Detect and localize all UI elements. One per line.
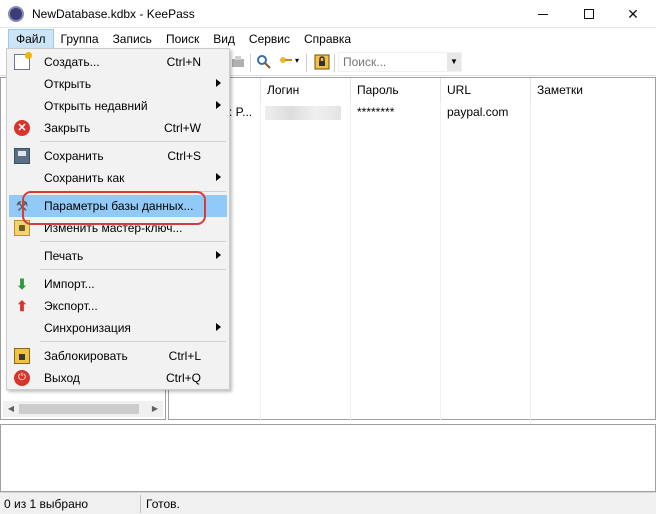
column-divider xyxy=(440,102,441,420)
menu-item-exit[interactable]: ⏻ Выход Ctrl+Q xyxy=(9,367,227,389)
menu-separator xyxy=(40,141,226,142)
menu-bar: Файл Группа Запись Поиск Вид Сервис Спра… xyxy=(0,28,656,50)
menu-item-import[interactable]: ⬇ Импорт... xyxy=(9,273,227,295)
maximize-button[interactable] xyxy=(566,0,612,28)
horizontal-scrollbar[interactable]: ◀ ▶ xyxy=(3,401,163,417)
menu-item-label: Закрыть xyxy=(44,121,91,135)
menu-item-save-as[interactable]: Сохранить как xyxy=(9,167,227,189)
submenu-arrow-icon xyxy=(216,79,221,87)
menu-item-label: Импорт... xyxy=(44,277,95,291)
quick-search-box[interactable]: ▼ xyxy=(338,52,462,72)
minimize-button[interactable] xyxy=(520,0,566,28)
status-separator xyxy=(140,495,141,513)
menu-file[interactable]: Файл xyxy=(8,29,54,49)
selection-status: 0 из 1 выбрано xyxy=(4,497,89,511)
copy-icon[interactable] xyxy=(230,54,246,70)
menu-item-label: Заблокировать xyxy=(44,349,128,363)
find-icon[interactable] xyxy=(256,54,272,70)
keepass-app-icon xyxy=(8,6,24,22)
menu-item-shortcut: Ctrl+Q xyxy=(165,371,201,385)
status-bar: 0 из 1 выбрано Готов. xyxy=(0,492,656,514)
lock-icon xyxy=(14,348,30,364)
column-divider xyxy=(260,102,261,420)
keys-dropdown-icon[interactable]: ▾ xyxy=(295,56,299,65)
menu-item-save[interactable]: Сохранить Ctrl+S xyxy=(9,145,227,167)
column-divider xyxy=(350,102,351,420)
window-title: NewDatabase.kdbx - KeePass xyxy=(32,7,195,21)
menu-group[interactable]: Группа xyxy=(54,29,106,49)
column-password[interactable]: Пароль xyxy=(351,78,441,102)
menu-item-shortcut: Ctrl+N xyxy=(166,55,201,69)
menu-item-label: Экспорт... xyxy=(44,299,98,313)
entry-details-pane xyxy=(0,424,656,492)
search-dropdown-icon[interactable]: ▼ xyxy=(447,53,461,71)
submenu-arrow-icon xyxy=(216,101,221,109)
menu-item-label: Сохранить как xyxy=(44,171,125,185)
entry-title: : P... xyxy=(229,105,253,119)
save-icon xyxy=(14,148,30,164)
menu-item-export[interactable]: ⬆ Экспорт... xyxy=(9,295,227,317)
menu-tools[interactable]: Сервис xyxy=(242,29,297,49)
menu-item-label: Открыть xyxy=(44,77,92,91)
keys-icon[interactable] xyxy=(278,54,294,70)
blurred-username xyxy=(265,106,341,120)
entry-list[interactable]: Логин Пароль URL Заметки : P... ********… xyxy=(168,77,656,420)
menu-item-new[interactable]: Создать... Ctrl+N xyxy=(9,51,227,73)
menu-item-open-recent[interactable]: Открыть недавний xyxy=(9,95,227,117)
menu-separator xyxy=(40,341,226,342)
toolbar-separator xyxy=(306,54,307,72)
minimize-icon xyxy=(538,13,548,15)
submenu-arrow-icon xyxy=(216,251,221,259)
menu-item-synchronize[interactable]: Синхронизация xyxy=(9,317,227,339)
scroll-left-icon[interactable]: ◀ xyxy=(3,401,19,417)
column-notes[interactable]: Заметки xyxy=(531,78,655,102)
title-bar: NewDatabase.kdbx - KeePass ✕ xyxy=(0,0,656,28)
menu-item-label: Открыть недавний xyxy=(44,99,148,113)
menu-separator xyxy=(40,269,226,270)
menu-help[interactable]: Справка xyxy=(297,29,358,49)
close-window-button[interactable]: ✕ xyxy=(610,0,656,28)
menu-item-label: Выход xyxy=(44,371,80,385)
menu-find[interactable]: Поиск xyxy=(159,29,206,49)
column-url[interactable]: URL xyxy=(441,78,531,102)
exit-icon: ⏻ xyxy=(14,370,30,386)
close-x-icon: ✕ xyxy=(627,5,639,22)
menu-item-open[interactable]: Открыть xyxy=(9,73,227,95)
quick-search-input[interactable] xyxy=(339,53,443,71)
scroll-thumb[interactable] xyxy=(19,404,139,414)
import-icon: ⬇ xyxy=(16,276,28,292)
menu-item-close[interactable]: ✕ Закрыть Ctrl+W xyxy=(9,117,227,139)
entry-url[interactable]: paypal.com xyxy=(447,105,508,119)
entry-password: ******** xyxy=(357,105,395,119)
menu-view[interactable]: Вид xyxy=(206,29,242,49)
menu-item-label: Создать... xyxy=(44,55,100,69)
toolbar-separator xyxy=(334,54,335,72)
column-username[interactable]: Логин xyxy=(261,78,351,102)
menu-item-lock[interactable]: Заблокировать Ctrl+L xyxy=(9,345,227,367)
column-divider xyxy=(530,102,531,420)
ready-status: Готов. xyxy=(146,497,180,511)
menu-separator xyxy=(40,241,226,242)
annotation-highlight-ring xyxy=(22,191,206,225)
new-database-icon xyxy=(14,52,32,70)
menu-entry[interactable]: Запись xyxy=(106,29,159,49)
export-icon: ⬆ xyxy=(16,298,28,314)
menu-item-label: Печать xyxy=(44,249,84,263)
maximize-icon xyxy=(584,9,594,19)
menu-item-print[interactable]: Печать xyxy=(9,245,227,267)
toolbar-separator xyxy=(250,54,251,72)
menu-item-shortcut: Ctrl+L xyxy=(168,349,201,363)
menu-item-label: Синхронизация xyxy=(44,321,131,335)
close-icon: ✕ xyxy=(14,120,30,136)
menu-item-shortcut: Ctrl+W xyxy=(164,121,201,135)
submenu-arrow-icon xyxy=(216,323,221,331)
scroll-right-icon[interactable]: ▶ xyxy=(147,401,163,417)
lock-icon[interactable] xyxy=(314,54,330,70)
menu-item-label: Сохранить xyxy=(44,149,104,163)
submenu-arrow-icon xyxy=(216,173,221,181)
menu-item-shortcut: Ctrl+S xyxy=(167,149,201,163)
